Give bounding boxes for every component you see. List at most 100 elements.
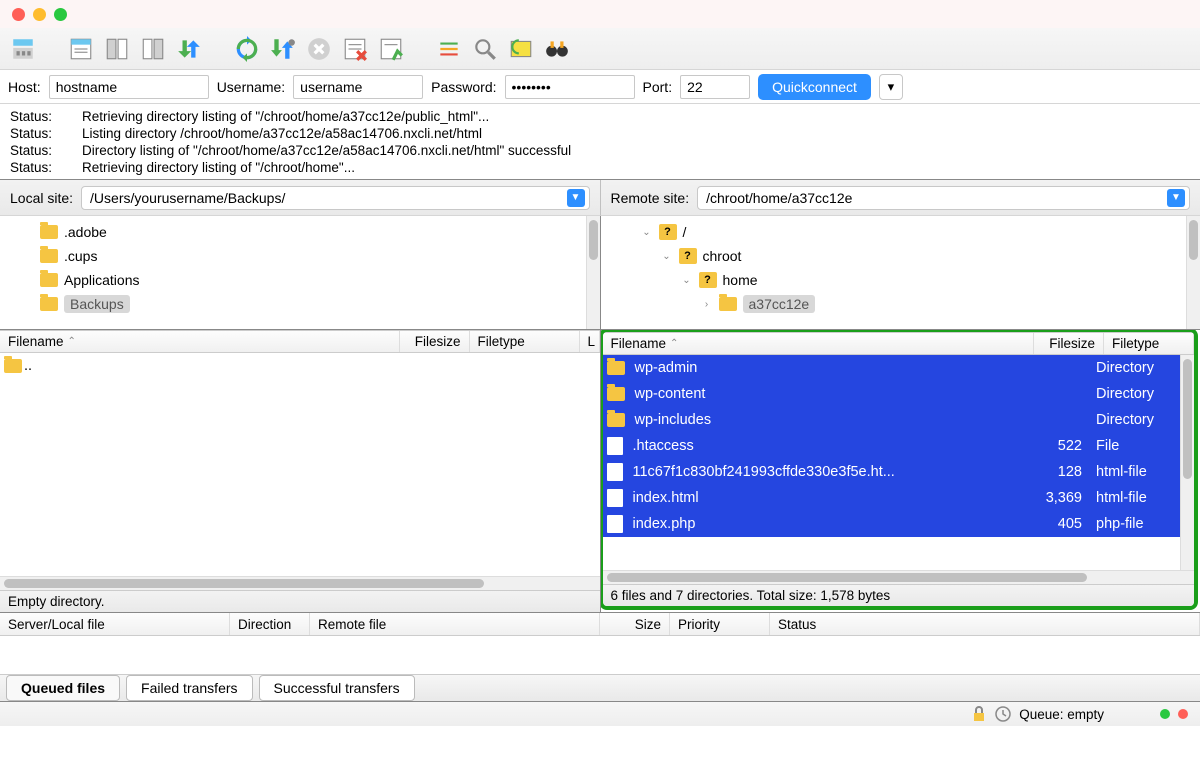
chevron-down-icon[interactable]: ▼ (567, 189, 585, 207)
quickconnect-bar: Host: Username: Password: Port: Quickcon… (0, 70, 1200, 104)
main-toolbar (0, 28, 1200, 70)
window-title-bar (0, 0, 1200, 28)
file-row[interactable]: wp-adminDirectory (603, 355, 1181, 381)
scrollbar[interactable] (1186, 216, 1200, 329)
toggle-remote-tree-icon[interactable] (136, 33, 170, 65)
col-filesize[interactable]: Filesize (400, 331, 470, 352)
scrollbar[interactable] (603, 570, 1195, 584)
file-row[interactable]: .htaccess522File (603, 433, 1181, 459)
toggle-local-tree-icon[interactable] (100, 33, 134, 65)
password-input[interactable] (505, 75, 635, 99)
lock-icon (971, 706, 987, 722)
remote-path-combo[interactable]: ▼ (697, 186, 1190, 210)
clock-icon (995, 706, 1011, 722)
chevron-down-icon[interactable]: ▼ (1167, 189, 1185, 207)
log-msg: Listing directory /chroot/home/a37cc12e/… (82, 125, 482, 142)
folder-icon (40, 249, 58, 263)
compare-icon[interactable] (504, 33, 538, 65)
local-path-input[interactable] (90, 190, 566, 206)
file-row[interactable]: wp-includesDirectory (603, 407, 1181, 433)
minimize-window-button[interactable] (33, 8, 46, 21)
username-label: Username: (217, 79, 285, 95)
file-row[interactable]: 11c67f1c830bf241993cffde330e3f5e.ht...12… (603, 459, 1181, 485)
remote-site-bar: Remote site: ▼ (600, 180, 1200, 216)
file-row[interactable]: index.php405php-file (603, 511, 1181, 537)
tree-node[interactable]: Applications (40, 268, 586, 292)
binoculars-icon[interactable] (540, 33, 574, 65)
col-remote[interactable]: Remote file (310, 613, 600, 635)
tree-node[interactable]: Backups (40, 292, 586, 316)
remote-status: 6 files and 7 directories. Total size: 1… (603, 584, 1195, 606)
local-file-list[interactable]: Filename⌃ Filesize Filetype L .. Empty d… (0, 330, 600, 612)
queue-body[interactable] (0, 636, 1200, 674)
scrollbar[interactable] (0, 576, 600, 590)
filter-icon[interactable] (432, 33, 466, 65)
quickconnect-history-dropdown[interactable]: ▾ (879, 74, 903, 100)
folder-icon (40, 225, 58, 239)
remote-tree[interactable]: ⌄?/ ⌄?chroot ⌄?home ›a37cc12e (600, 216, 1200, 329)
file-row[interactable]: wp-contentDirectory (603, 381, 1181, 407)
tab-failed[interactable]: Failed transfers (126, 675, 252, 701)
tree-node[interactable]: chroot (703, 248, 742, 264)
col-priority[interactable]: Priority (670, 613, 770, 635)
username-input[interactable] (293, 75, 423, 99)
col-last[interactable]: L (580, 331, 600, 352)
col-status[interactable]: Status (770, 613, 1200, 635)
col-size[interactable]: Size (600, 613, 670, 635)
toggle-log-icon[interactable] (64, 33, 98, 65)
status-bar: Queue: empty (0, 702, 1200, 726)
remote-file-list-highlighted[interactable]: Filename⌃ Filesize Filetype wp-adminDire… (600, 330, 1199, 610)
port-input[interactable] (680, 75, 750, 99)
refresh-icon[interactable] (230, 33, 264, 65)
col-filename[interactable]: Filename (611, 336, 667, 351)
folder-icon (40, 297, 58, 311)
parent-dir-row[interactable]: .. (0, 353, 600, 379)
tree-node-selected[interactable]: a37cc12e (743, 295, 816, 313)
tab-success[interactable]: Successful transfers (259, 675, 415, 701)
quickconnect-button[interactable]: Quickconnect (758, 74, 871, 100)
folder-icon (607, 387, 625, 401)
host-input[interactable] (49, 75, 209, 99)
queue-column-headers[interactable]: Server/Local file Direction Remote file … (0, 612, 1200, 636)
local-site-label: Local site: (10, 190, 73, 206)
col-filename[interactable]: Filename (8, 334, 64, 349)
remote-path-input[interactable] (706, 190, 1167, 206)
tree-node[interactable]: / (683, 224, 687, 240)
site-manager-icon[interactable] (6, 33, 40, 65)
local-status: Empty directory. (0, 590, 600, 612)
log-key: Status: (10, 108, 82, 125)
tree-node[interactable]: home (723, 272, 758, 288)
message-log[interactable]: Status:Retrieving directory listing of "… (0, 104, 1200, 180)
scrollbar[interactable] (586, 216, 600, 329)
file-row[interactable]: index.html3,369html-file (603, 485, 1181, 511)
sort-asc-icon: ⌃ (670, 338, 678, 349)
host-label: Host: (8, 79, 41, 95)
col-direction[interactable]: Direction (230, 613, 310, 635)
local-tree[interactable]: .adobe.cupsApplicationsBackups (0, 216, 600, 329)
folder-icon (607, 413, 625, 427)
column-headers[interactable]: Filename⌃ Filesize Filetype (603, 332, 1195, 355)
col-filesize[interactable]: Filesize (1034, 333, 1104, 354)
col-server[interactable]: Server/Local file (0, 613, 230, 635)
log-key: Status: (10, 142, 82, 159)
toggle-queue-icon[interactable] (172, 33, 206, 65)
close-window-button[interactable] (12, 8, 25, 21)
queue-status-text: Queue: empty (1019, 707, 1104, 722)
tree-node[interactable]: .adobe (40, 220, 586, 244)
tab-queued[interactable]: Queued files (6, 675, 120, 701)
process-queue-icon[interactable] (266, 33, 300, 65)
col-filetype[interactable]: Filetype (470, 331, 580, 352)
cancel-icon[interactable] (302, 33, 336, 65)
reconnect-icon[interactable] (374, 33, 408, 65)
scrollbar[interactable] (1180, 355, 1194, 570)
column-headers[interactable]: Filename⌃ Filesize Filetype L (0, 330, 600, 353)
maximize-window-button[interactable] (54, 8, 67, 21)
tree-node[interactable]: .cups (40, 244, 586, 268)
local-path-combo[interactable]: ▼ (81, 186, 589, 210)
col-filetype[interactable]: Filetype (1104, 333, 1194, 354)
log-msg: Retrieving directory listing of "/chroot… (82, 159, 355, 176)
search-icon[interactable] (468, 33, 502, 65)
password-label: Password: (431, 79, 496, 95)
folder-icon (607, 361, 625, 375)
disconnect-icon[interactable] (338, 33, 372, 65)
